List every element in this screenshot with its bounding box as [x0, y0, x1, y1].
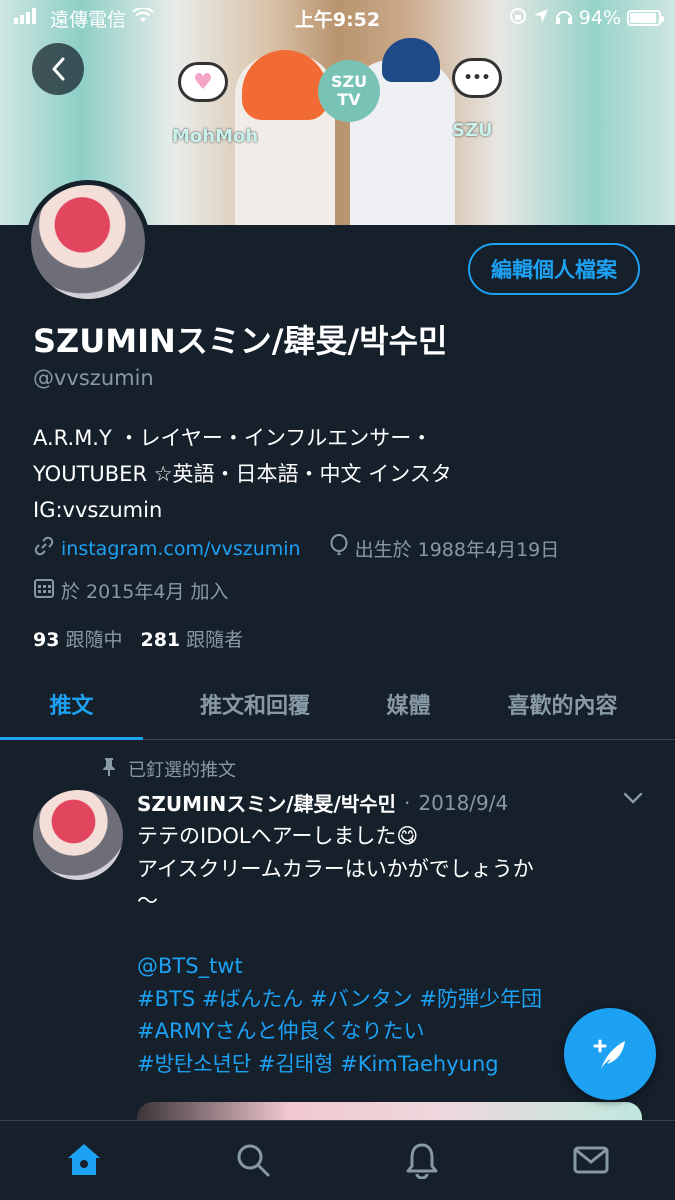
chevron-down-icon	[623, 792, 643, 804]
followers-link[interactable]: 281 跟隨者	[140, 625, 243, 652]
tweet-author-avatar[interactable]	[33, 790, 123, 880]
compose-tweet-button[interactable]	[564, 1008, 656, 1100]
follow-stats: 93 跟隨中 281 跟隨者	[33, 625, 243, 652]
tweet-date[interactable]: 2018/9/4	[418, 791, 508, 815]
lock-rotation-icon	[509, 7, 527, 30]
display-name: SZUMINスミン/肆旻/박수민	[33, 322, 448, 360]
profile-bio: A.R.M.Y ・レイヤー・インフルエンサー・ YOUTUBER ☆英語・日本語…	[33, 420, 643, 528]
nav-search-button[interactable]	[223, 1130, 283, 1190]
tweet-media[interactable]	[137, 1102, 642, 1122]
profile-tabs: 推文 推文和回覆 媒體 喜歡的內容	[0, 668, 675, 740]
following-link[interactable]: 93 跟隨中	[33, 625, 122, 652]
profile-avatar[interactable]	[26, 180, 150, 304]
signal-icon	[14, 7, 44, 29]
bio-line: IG:vvszumin	[33, 498, 163, 522]
pinned-label: 已釘選的推文	[128, 760, 236, 781]
tab-media[interactable]: 媒體	[367, 668, 450, 739]
bio-line: A.R.M.Y ・レイヤー・インフルエンサー・	[33, 426, 433, 450]
back-button[interactable]	[32, 43, 84, 95]
calendar-icon	[33, 577, 55, 604]
balloon-icon	[329, 534, 349, 563]
pin-icon	[100, 757, 118, 782]
tweet-line: 〜	[137, 889, 158, 913]
headphones-icon	[555, 7, 573, 30]
pinned-tweet-indicator: 已釘選的推文	[100, 756, 236, 782]
tweet-line: アイスクリームカラーはいかがでしょうか	[137, 856, 534, 881]
tweet-header: SZUMINスミン/肆旻/박수민 · 2018/9/4	[137, 788, 508, 817]
profile-meta-row: instagram.com/vvszumin 出生於 1988年4月19日	[33, 534, 559, 563]
bottom-navigation	[0, 1120, 675, 1200]
banner-person-right-hair	[382, 38, 440, 82]
followers-label: 跟隨者	[186, 629, 244, 651]
banner-logo: SZU TV	[318, 60, 380, 122]
back-arrow-icon	[52, 57, 65, 81]
bio-line: YOUTUBER ☆英語・日本語・中文 インスタ	[33, 462, 452, 486]
birthday-text: 出生於 1988年4月19日	[354, 539, 560, 561]
tab-tweets-replies[interactable]: 推文和回覆	[143, 668, 367, 739]
search-icon	[237, 1144, 270, 1176]
link-icon	[33, 535, 55, 562]
home-icon	[68, 1143, 101, 1175]
tweet-hashtags[interactable]: #BTS #ばんたん #バンタン #防弾少年団	[137, 983, 657, 1016]
user-handle: @vvszumin	[33, 366, 154, 390]
tweet-mention[interactable]: @BTS_twt	[137, 950, 657, 983]
carrier-label: 遠傳電信	[50, 8, 127, 31]
banner-tag-right: SZU	[452, 120, 493, 141]
edit-profile-button[interactable]: 編輯個人檔案	[468, 243, 640, 295]
following-label: 跟隨中	[65, 629, 123, 651]
mail-icon	[573, 1146, 609, 1173]
following-count: 93	[33, 629, 60, 651]
tab-tweets[interactable]: 推文	[0, 668, 143, 740]
bell-icon	[406, 1143, 438, 1179]
chat-bubble-icon: •••	[452, 58, 502, 98]
nav-home-button[interactable]	[54, 1130, 114, 1190]
nav-messages-button[interactable]	[561, 1130, 621, 1190]
followers-count: 281	[140, 629, 181, 651]
wifi-icon	[132, 6, 154, 29]
tab-likes[interactable]: 喜歡的內容	[450, 668, 675, 739]
battery-level	[630, 13, 657, 23]
location-icon	[533, 7, 549, 29]
profile-link[interactable]: instagram.com/vvszumin	[61, 538, 301, 560]
tweet-author-name[interactable]: SZUMINスミン/肆旻/박수민	[137, 788, 396, 817]
battery-percent: 94%	[578, 7, 621, 29]
compose-icon	[593, 1039, 625, 1069]
clock: 上午9:52	[294, 8, 381, 31]
nav-notifications-button[interactable]	[392, 1130, 452, 1190]
joined-text: 於 2015年4月 加入	[61, 581, 229, 603]
joined-row: 於 2015年4月 加入	[33, 577, 229, 604]
tweet-menu-button[interactable]	[622, 790, 644, 810]
battery-icon	[627, 10, 664, 26]
heart-bubble-icon: ♥	[178, 62, 228, 102]
tweet-separator: ·	[404, 790, 411, 815]
status-bar: 遠傳電信 上午9:52 94%	[0, 0, 675, 36]
tweet-line: テテのIDOLヘアーしました😋	[137, 824, 419, 848]
banner-tag-left: MohMoh	[172, 126, 259, 147]
